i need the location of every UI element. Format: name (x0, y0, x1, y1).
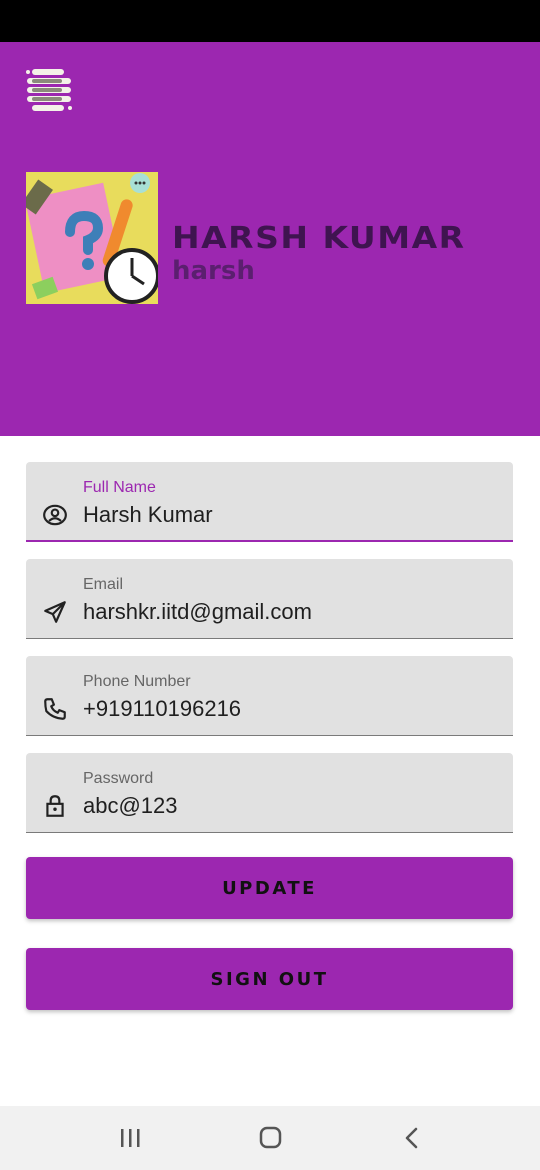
account-circle-icon (43, 504, 67, 526)
hamburger-menu-icon (26, 69, 72, 111)
send-icon (44, 601, 66, 623)
phone-input[interactable] (83, 696, 493, 722)
recents-button[interactable] (110, 1120, 150, 1156)
phone-label: Phone Number (83, 673, 191, 690)
system-nav-bar (0, 1106, 540, 1170)
sign-out-button[interactable]: Sign Out (26, 948, 513, 1010)
avatar[interactable] (26, 172, 158, 304)
email-input[interactable] (83, 599, 493, 625)
recent-apps-icon (121, 1129, 140, 1147)
profile-name-block: Harsh Kumar harsh (172, 214, 466, 286)
home-button[interactable] (250, 1120, 290, 1156)
phone-field[interactable]: Phone Number (26, 656, 513, 736)
password-label: Password (83, 770, 154, 787)
username: harsh (172, 256, 255, 286)
email-field[interactable]: Email (26, 559, 513, 639)
full-name-input[interactable] (83, 502, 493, 528)
display-name: Harsh Kumar (172, 219, 466, 256)
back-icon (405, 1127, 418, 1149)
lock-icon (46, 795, 64, 817)
password-input[interactable] (83, 793, 493, 819)
password-field[interactable]: Password (26, 753, 513, 833)
email-label: Email (83, 576, 124, 593)
menu-button[interactable] (24, 64, 76, 116)
update-button[interactable]: Update (26, 857, 513, 919)
home-icon (259, 1126, 282, 1149)
status-bar (0, 0, 540, 42)
back-button[interactable] (392, 1120, 432, 1156)
full-name-field[interactable]: Full Name (26, 462, 513, 542)
full-name-label: Full Name (83, 479, 156, 496)
phone-icon (44, 698, 66, 720)
riddle-art-logo (26, 172, 158, 304)
